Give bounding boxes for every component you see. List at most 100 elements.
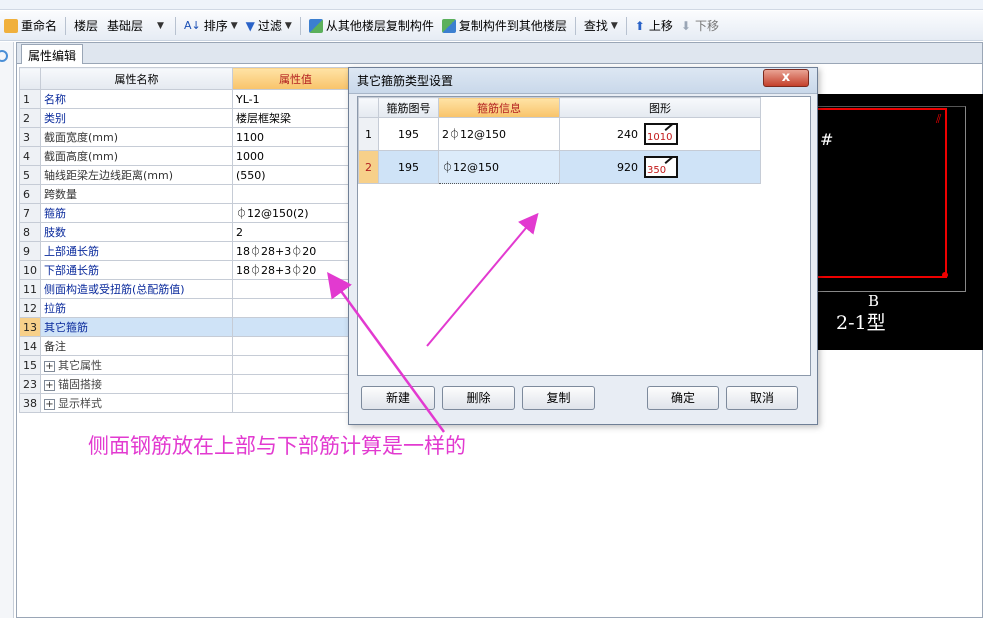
row-number: 9 (19, 241, 41, 261)
shape-dimension[interactable]: 920 (617, 161, 638, 174)
row-number: 11 (19, 279, 41, 299)
dialog-title-bar[interactable]: 其它箍筋类型设置 (349, 68, 817, 94)
table-row[interactable]: 9 上部通长筋 18⏀28+3⏀20 (19, 241, 359, 261)
sort-button[interactable]: A↓ 排序 ▼ (180, 14, 242, 38)
table-row[interactable]: 12 拉筋 (19, 298, 359, 318)
property-name: 类别 (40, 108, 233, 128)
ok-button[interactable]: 确定 (647, 386, 719, 410)
close-button[interactable]: x (763, 69, 809, 87)
shape-cell[interactable]: 920 350 (559, 150, 761, 184)
property-value[interactable]: 2 (232, 222, 359, 242)
toolbar-divider (174, 16, 176, 35)
table-row[interactable]: 3 截面宽度(mm) 1100 (19, 127, 359, 147)
copy-to-label: 复制构件到其他楼层 (458, 19, 567, 33)
table-row[interactable]: 2 类别 楼层框架梁 (19, 108, 359, 128)
hook-mark (664, 156, 674, 164)
move-down-button[interactable]: ⬇ 下移 (677, 14, 723, 38)
rename-icon (4, 18, 18, 33)
group-name[interactable]: + 锚固搭接 (40, 374, 233, 394)
preview-hash-mark: # (820, 130, 834, 149)
table-row-selected[interactable]: 2 195 ⏀12@150 920 350 (358, 150, 761, 184)
property-value[interactable]: 1000 (232, 146, 359, 166)
figure-number-cell[interactable]: 195 (378, 117, 439, 151)
row-number: 6 (19, 184, 41, 204)
table-row[interactable]: 1 195 2⏀12@150 240 1010 (358, 117, 761, 151)
table-row[interactable]: 10 下部通长筋 18⏀28+3⏀20 (19, 260, 359, 280)
property-name: 轴线距梁左边线距离(mm) (40, 165, 233, 185)
property-value[interactable]: 18⏀28+3⏀20 (232, 260, 359, 280)
chevron-down-icon: ▼ (284, 20, 292, 31)
property-value[interactable]: 楼层框架梁 (232, 108, 359, 128)
arrow-up-icon: ⬆ (634, 18, 645, 33)
table-row[interactable]: 1 名称 YL-1 (19, 89, 359, 109)
stirrup-shape-icon: 1010 (644, 123, 678, 145)
property-name: 跨数量 (40, 184, 233, 204)
figure-number-cell[interactable]: 195 (378, 150, 439, 184)
table-row[interactable]: 11 侧面构造或受扭筋(总配筋值) (19, 279, 359, 299)
property-name: 箍筋 (40, 203, 233, 223)
table-row[interactable]: 4 截面高度(mm) 1000 (19, 146, 359, 166)
section-preview-canvas[interactable]: ⫽ # B 2-1型 (816, 94, 983, 350)
shape-dimension[interactable]: 240 (617, 128, 638, 141)
property-name-header: 属性名称 (40, 67, 233, 90)
row-number: 8 (19, 222, 41, 242)
shape-cell[interactable]: 240 1010 (559, 117, 761, 151)
rename-button[interactable]: 重命名 (0, 14, 61, 38)
cancel-button[interactable]: 取消 (726, 386, 798, 410)
rebar-dot (942, 272, 948, 278)
table-row[interactable]: 5 轴线距梁左边线距离(mm) (550) (19, 165, 359, 185)
property-value[interactable] (232, 184, 359, 204)
stirrup-shape-icon: 350 (644, 156, 678, 178)
find-button[interactable]: 查找 ▼ (580, 14, 622, 38)
dialog-title: 其它箍筋类型设置 (357, 74, 454, 88)
sort-label: 排序 (203, 19, 228, 33)
tab-property-edit[interactable]: 属性编辑 (21, 44, 84, 64)
property-value[interactable] (232, 336, 359, 356)
group-name[interactable]: + 显示样式 (40, 393, 233, 413)
row-number: 3 (19, 127, 41, 147)
expand-icon[interactable]: + (44, 398, 55, 410)
table-row[interactable]: 6 跨数量 (19, 184, 359, 204)
property-value[interactable]: (550) (232, 165, 359, 185)
property-value[interactable]: 18⏀28+3⏀20 (232, 241, 359, 261)
property-value[interactable]: ⏀12@150(2) (232, 203, 359, 223)
filter-button[interactable]: ▼ 过滤 ▼ (242, 14, 296, 38)
property-value[interactable]: YL-1 (232, 89, 359, 109)
floor-dropdown[interactable]: 基础层 ▼ (98, 16, 167, 36)
group-row[interactable]: 15 + 其它属性 (19, 355, 359, 375)
chevron-down-icon: ▼ (230, 20, 238, 31)
group-name[interactable]: + 其它属性 (40, 355, 233, 375)
property-value[interactable]: 1100 (232, 127, 359, 147)
table-row[interactable]: 8 肢数 2 (19, 222, 359, 242)
dialog-footer: 新建 删除 复制 确定 取消 (349, 380, 819, 424)
delete-button[interactable]: 删除 (442, 386, 515, 410)
new-button[interactable]: 新建 (361, 386, 435, 410)
expand-icon[interactable]: + (44, 379, 55, 391)
shape-value[interactable]: 350 (647, 165, 666, 176)
floor-value: 基础层 (107, 19, 144, 33)
annotation-note: 侧面钢筋放在上部与下部筋计算是一样的 (88, 434, 466, 458)
property-name: 上部通长筋 (40, 241, 233, 261)
expand-icon[interactable]: + (44, 360, 55, 372)
property-value[interactable] (232, 279, 359, 299)
table-row-selected[interactable]: 13 其它箍筋 (19, 317, 359, 337)
stirrup-info-cell[interactable]: ⏀12@150 (438, 150, 560, 184)
floor-selector[interactable]: 楼层 基础层 ▼ (70, 14, 171, 38)
copy-to-floor-button[interactable]: 复制构件到其他楼层 (438, 14, 571, 38)
property-value[interactable] (232, 298, 359, 318)
group-row[interactable]: 38 + 显示样式 (19, 393, 359, 413)
copy-button[interactable]: 复制 (522, 386, 595, 410)
move-up-button[interactable]: ⬆ 上移 (631, 14, 677, 38)
property-value[interactable] (232, 317, 359, 337)
refresh-icon[interactable] (0, 50, 8, 62)
table-row[interactable]: 7 箍筋 ⏀12@150(2) (19, 203, 359, 223)
group-row[interactable]: 23 + 锚固搭接 (19, 374, 359, 394)
table-row[interactable]: 14 备注 (19, 336, 359, 356)
copy-from-floor-button[interactable]: 从其他楼层复制构件 (305, 14, 438, 38)
toolbar-divider (299, 16, 301, 35)
shape-value[interactable]: 1010 (647, 132, 672, 143)
row-number: 14 (19, 336, 41, 356)
stirrup-info-cell[interactable]: 2⏀12@150 (438, 117, 560, 151)
row-number: 15 (19, 355, 41, 375)
funnel-icon: ▼ (245, 18, 255, 33)
